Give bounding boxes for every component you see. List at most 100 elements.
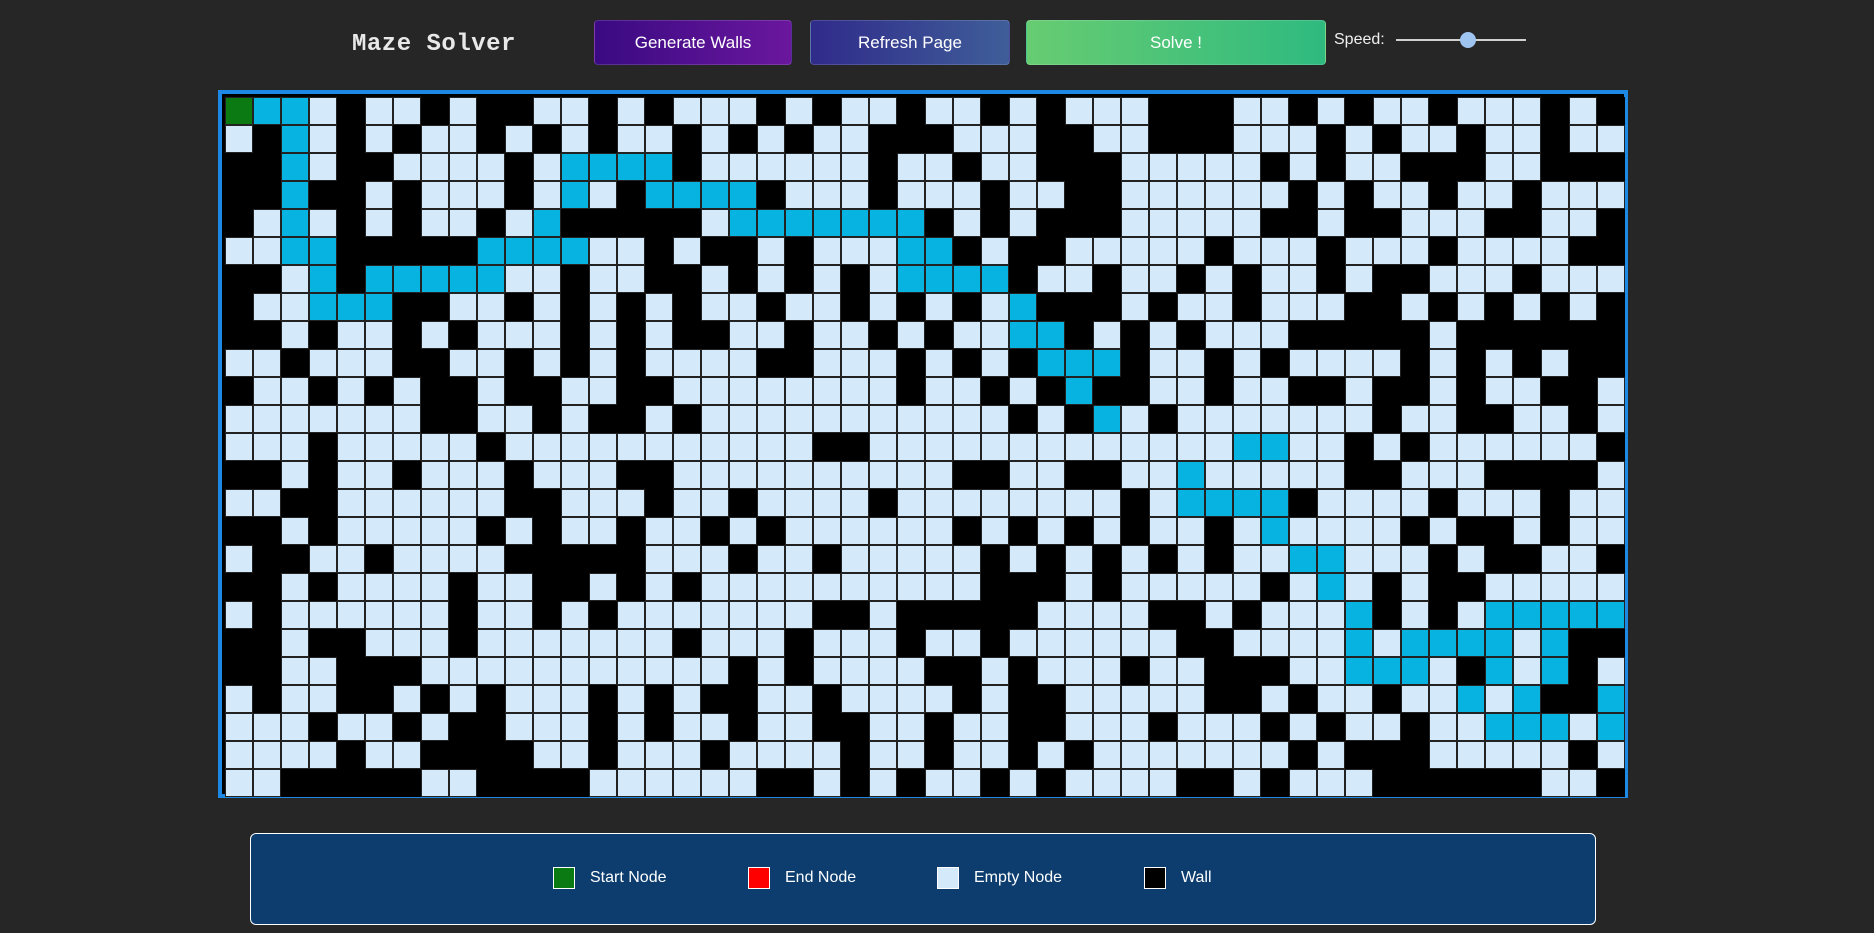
wall-cell[interactable] [449, 741, 477, 769]
empty-cell[interactable] [1233, 713, 1261, 741]
empty-cell[interactable] [225, 405, 253, 433]
empty-cell[interactable] [1261, 97, 1289, 125]
wall-cell[interactable] [1093, 181, 1121, 209]
path-cell[interactable] [1485, 629, 1513, 657]
empty-cell[interactable] [1345, 573, 1373, 601]
empty-cell[interactable] [785, 601, 813, 629]
path-cell[interactable] [925, 237, 953, 265]
path-cell[interactable] [1037, 321, 1065, 349]
wall-cell[interactable] [785, 237, 813, 265]
wall-cell[interactable] [281, 489, 309, 517]
empty-cell[interactable] [449, 125, 477, 153]
empty-cell[interactable] [589, 629, 617, 657]
empty-cell[interactable] [505, 657, 533, 685]
wall-cell[interactable] [1093, 545, 1121, 573]
empty-cell[interactable] [869, 349, 897, 377]
wall-cell[interactable] [1597, 349, 1625, 377]
empty-cell[interactable] [701, 209, 729, 237]
empty-cell[interactable] [1037, 433, 1065, 461]
wall-cell[interactable] [1065, 321, 1093, 349]
empty-cell[interactable] [365, 741, 393, 769]
wall-cell[interactable] [1289, 741, 1317, 769]
empty-cell[interactable] [897, 405, 925, 433]
empty-cell[interactable] [1401, 125, 1429, 153]
empty-cell[interactable] [393, 685, 421, 713]
empty-cell[interactable] [953, 489, 981, 517]
empty-cell[interactable] [1177, 181, 1205, 209]
wall-cell[interactable] [1037, 545, 1065, 573]
empty-cell[interactable] [1345, 517, 1373, 545]
path-cell[interactable] [505, 237, 533, 265]
empty-cell[interactable] [1485, 349, 1513, 377]
empty-cell[interactable] [1485, 153, 1513, 181]
empty-cell[interactable] [1289, 349, 1317, 377]
empty-cell[interactable] [1121, 461, 1149, 489]
empty-cell[interactable] [841, 489, 869, 517]
empty-cell[interactable] [561, 713, 589, 741]
empty-cell[interactable] [561, 741, 589, 769]
wall-cell[interactable] [1457, 377, 1485, 405]
empty-cell[interactable] [449, 209, 477, 237]
wall-cell[interactable] [505, 741, 533, 769]
wall-cell[interactable] [1065, 181, 1093, 209]
empty-cell[interactable] [393, 545, 421, 573]
empty-cell[interactable] [701, 405, 729, 433]
empty-cell[interactable] [673, 769, 701, 797]
empty-cell[interactable] [281, 461, 309, 489]
wall-cell[interactable] [1233, 293, 1261, 321]
empty-cell[interactable] [701, 153, 729, 181]
wall-cell[interactable] [589, 741, 617, 769]
path-cell[interactable] [1597, 685, 1625, 713]
wall-cell[interactable] [729, 125, 757, 153]
path-cell[interactable] [281, 209, 309, 237]
empty-cell[interactable] [1121, 601, 1149, 629]
path-cell[interactable] [309, 293, 337, 321]
empty-cell[interactable] [813, 405, 841, 433]
empty-cell[interactable] [841, 377, 869, 405]
empty-cell[interactable] [841, 97, 869, 125]
empty-cell[interactable] [1317, 97, 1345, 125]
empty-cell[interactable] [561, 433, 589, 461]
empty-cell[interactable] [1065, 237, 1093, 265]
wall-cell[interactable] [1569, 741, 1597, 769]
empty-cell[interactable] [617, 237, 645, 265]
wall-cell[interactable] [1597, 433, 1625, 461]
wall-cell[interactable] [533, 545, 561, 573]
wall-cell[interactable] [1541, 321, 1569, 349]
empty-cell[interactable] [1289, 237, 1317, 265]
wall-cell[interactable] [309, 181, 337, 209]
path-cell[interactable] [953, 265, 981, 293]
path-cell[interactable] [533, 237, 561, 265]
empty-cell[interactable] [1149, 629, 1177, 657]
wall-cell[interactable] [1317, 237, 1345, 265]
empty-cell[interactable] [813, 153, 841, 181]
wall-cell[interactable] [1037, 209, 1065, 237]
empty-cell[interactable] [729, 573, 757, 601]
path-cell[interactable] [365, 265, 393, 293]
wall-cell[interactable] [617, 377, 645, 405]
wall-cell[interactable] [1597, 321, 1625, 349]
empty-cell[interactable] [449, 517, 477, 545]
empty-cell[interactable] [1429, 377, 1457, 405]
wall-cell[interactable] [1541, 685, 1569, 713]
empty-cell[interactable] [1345, 685, 1373, 713]
wall-cell[interactable] [925, 713, 953, 741]
wall-cell[interactable] [253, 685, 281, 713]
empty-cell[interactable] [1009, 181, 1037, 209]
empty-cell[interactable] [1037, 629, 1065, 657]
wall-cell[interactable] [477, 433, 505, 461]
wall-cell[interactable] [1037, 377, 1065, 405]
wall-cell[interactable] [1233, 657, 1261, 685]
wall-cell[interactable] [1429, 153, 1457, 181]
empty-cell[interactable] [309, 741, 337, 769]
empty-cell[interactable] [281, 573, 309, 601]
wall-cell[interactable] [1289, 685, 1317, 713]
wall-cell[interactable] [1037, 293, 1065, 321]
empty-cell[interactable] [449, 685, 477, 713]
empty-cell[interactable] [925, 629, 953, 657]
empty-cell[interactable] [1121, 573, 1149, 601]
empty-cell[interactable] [421, 181, 449, 209]
empty-cell[interactable] [673, 237, 701, 265]
empty-cell[interactable] [1065, 657, 1093, 685]
wall-cell[interactable] [561, 349, 589, 377]
